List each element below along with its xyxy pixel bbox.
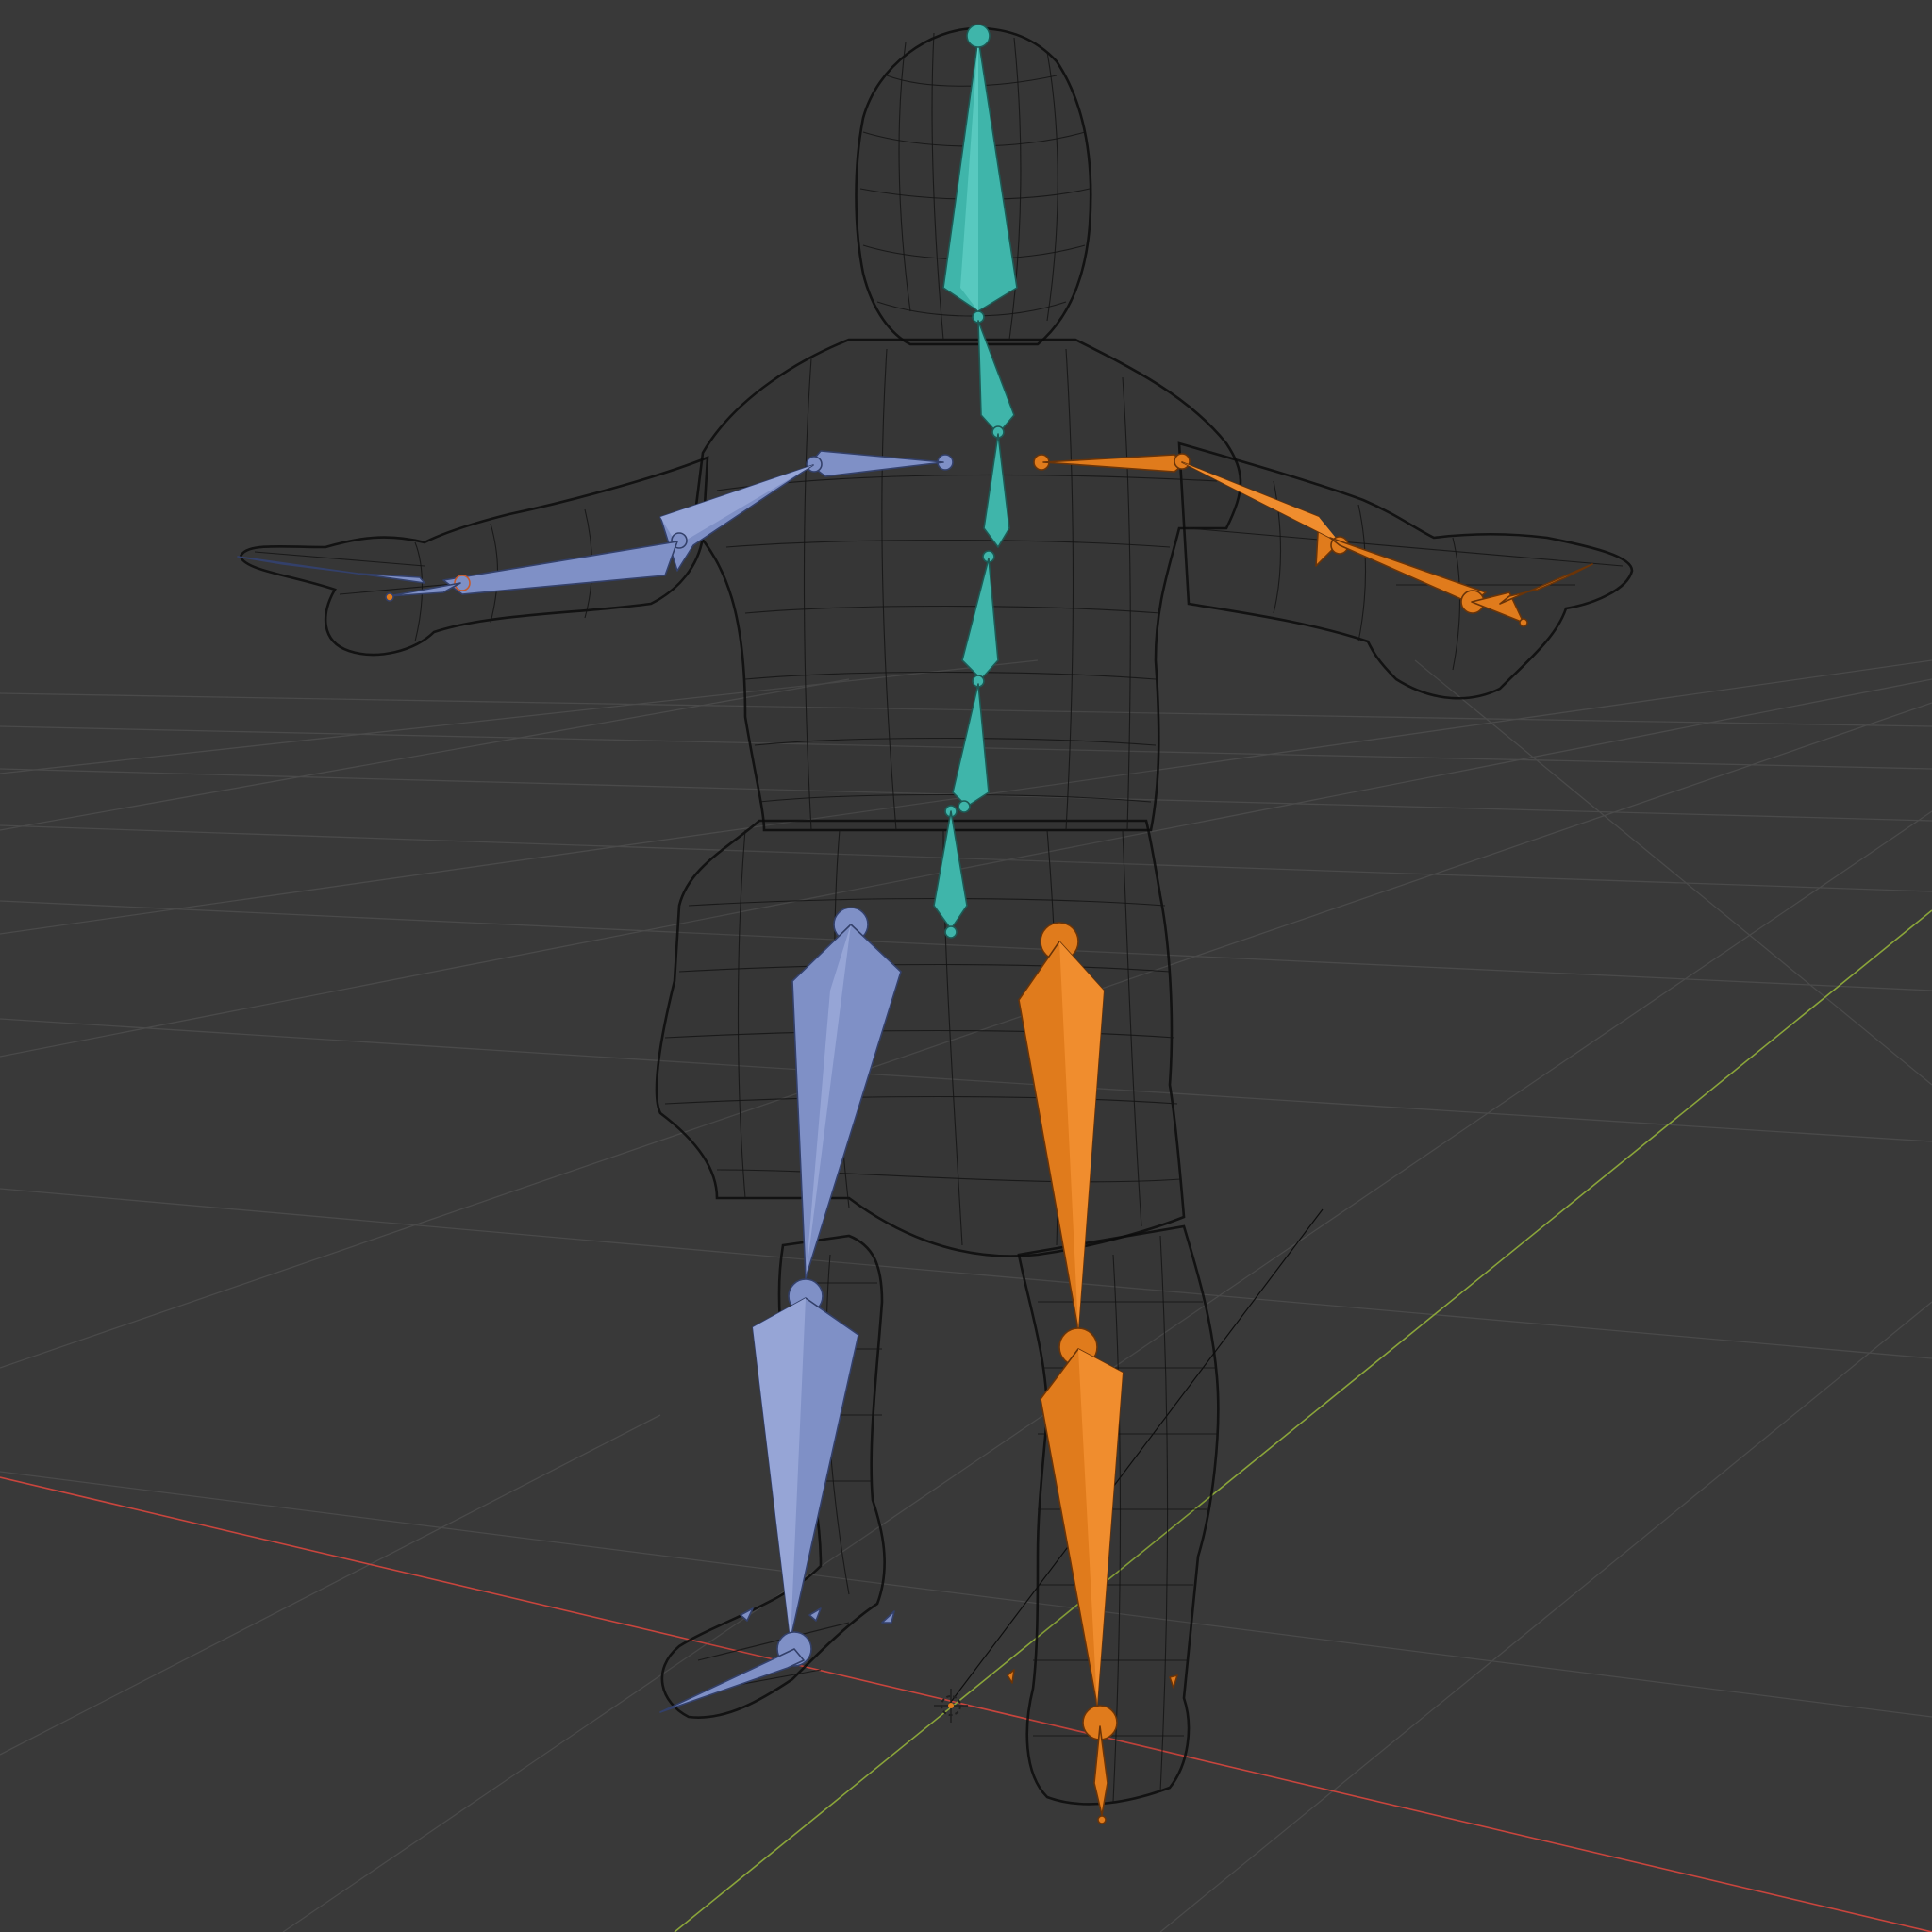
x-axis-line xyxy=(0,1476,1932,1932)
3d-viewport[interactable] xyxy=(0,0,1932,1932)
character-mesh-wireframe[interactable] xyxy=(239,26,1634,1806)
joint-left-shoulder[interactable] xyxy=(806,456,823,473)
joint-right-shoulder[interactable] xyxy=(1174,453,1191,470)
bone-right-heel[interactable] xyxy=(1007,1669,1015,1684)
joint-head-top[interactable] xyxy=(966,24,991,48)
viewport-canvas[interactable] xyxy=(0,0,1932,1932)
mesh-skirt xyxy=(655,819,1186,1257)
mesh-right-leg xyxy=(1017,1224,1220,1806)
joint-root[interactable] xyxy=(944,925,958,939)
